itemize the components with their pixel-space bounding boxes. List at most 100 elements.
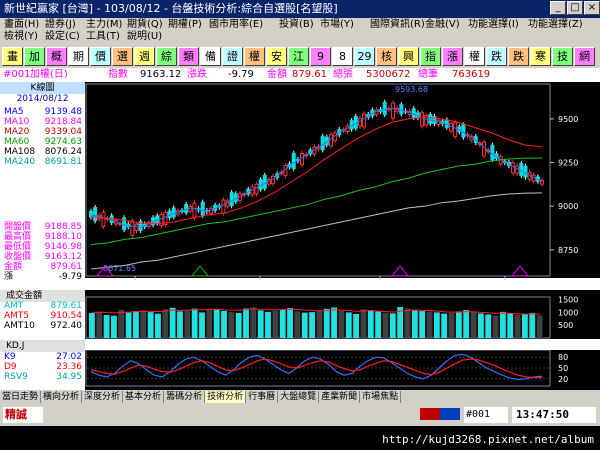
- toolbar-button-10[interactable]: 證: [222, 46, 243, 66]
- menu-item-futures[interactable]: 期貨(Q): [127, 19, 163, 31]
- volume-bar: [118, 309, 125, 338]
- price-series-ma5: [90, 107, 543, 228]
- volume-bar: [485, 314, 492, 338]
- candle-body: [511, 162, 516, 174]
- symbol-code[interactable]: #001: [3, 68, 30, 82]
- legend-name: MA20: [4, 127, 30, 137]
- toolbar-button-17[interactable]: 核: [376, 46, 397, 66]
- legend-row: 最低價 9146.98: [4, 242, 82, 252]
- tab-9[interactable]: 市場焦點: [360, 391, 402, 403]
- volume-bar: [206, 310, 213, 338]
- menu-item-intl-info[interactable]: 國際資訊(R): [370, 19, 425, 31]
- legend-value: 910.54: [50, 311, 83, 321]
- toolbar-button-24[interactable]: 寒: [530, 46, 551, 66]
- legend-value: 879.61: [50, 301, 83, 311]
- price-y-label: 9000: [558, 202, 578, 211]
- kd-panel-header[interactable]: KD,J: [0, 340, 85, 352]
- close-button[interactable]: ×: [584, 1, 600, 15]
- toolbar-button-2[interactable]: 概: [46, 46, 67, 66]
- price-series-ma20: [90, 116, 543, 225]
- maximize-button[interactable]: □: [567, 1, 583, 15]
- toolbar-button-21[interactable]: 權: [464, 46, 485, 66]
- candle-body: [134, 223, 139, 232]
- volume-value: 5300672: [366, 69, 411, 80]
- menu-item-market[interactable]: 市場(Y): [320, 19, 354, 31]
- toolbar-button-12[interactable]: 安: [266, 46, 287, 66]
- price-y-label: 9250: [558, 159, 578, 168]
- menu-item-main-force[interactable]: 主力(M): [86, 19, 122, 31]
- toolbar-button-20[interactable]: 漲: [442, 46, 463, 66]
- volume-y-label: 1500: [558, 296, 578, 305]
- toolbar-button-18[interactable]: 興: [398, 46, 419, 66]
- legend-value: 8076.24: [44, 147, 82, 157]
- candle-body: [428, 113, 433, 124]
- legend-row: RSV9 34.95: [4, 372, 82, 382]
- legend-value: 9339.04: [44, 127, 82, 137]
- tab-6[interactable]: 行事曆: [246, 391, 279, 403]
- kd-series-k9: [90, 353, 543, 381]
- candle-body: [391, 102, 396, 119]
- toolbar-button-25[interactable]: 技: [552, 46, 573, 66]
- volume-bar: [521, 314, 528, 338]
- symbol-name: 加權(日): [30, 69, 68, 80]
- toolbar-button-0[interactable]: 畫: [2, 46, 23, 66]
- toolbar-button-22[interactable]: 跌: [486, 46, 507, 66]
- toolbar-button-19[interactable]: 指: [420, 46, 441, 66]
- toolbar-button-23[interactable]: 跌: [508, 46, 529, 66]
- menu-item-function-1[interactable]: 功能選擇(I): [468, 19, 519, 31]
- status-symbol[interactable]: #001: [464, 407, 508, 423]
- toolbar-button-16[interactable]: 29: [354, 46, 375, 66]
- volume-bar: [309, 312, 315, 338]
- toolbar-button-26[interactable]: 網: [574, 46, 595, 66]
- volume-bar: [375, 311, 382, 338]
- toolbar-button-8[interactable]: 類: [178, 46, 199, 66]
- toolbar-button-13[interactable]: 江: [288, 46, 309, 66]
- menu-item-tools[interactable]: 工具(T): [86, 31, 120, 43]
- tab-4[interactable]: 籌碼分析: [164, 391, 206, 403]
- toolbar-button-15[interactable]: 8: [332, 46, 353, 66]
- price-x-label: 05: [130, 280, 140, 289]
- candle-body: [130, 220, 135, 236]
- tab-3[interactable]: 基本分析: [123, 391, 165, 403]
- legend-name: MA108: [4, 147, 36, 157]
- toolbar-button-14[interactable]: 9: [310, 46, 331, 66]
- tab-7[interactable]: 大盤總覽: [278, 391, 320, 403]
- toolbar-button-4[interactable]: 價: [90, 46, 111, 66]
- menu-item-securities[interactable]: 證券(J): [45, 19, 76, 31]
- toolbar-button-1[interactable]: 加: [24, 46, 45, 66]
- kline-panel-header[interactable]: K線圖: [0, 82, 85, 94]
- legend-value: 34.95: [56, 372, 82, 382]
- tab-8[interactable]: 產業新聞: [319, 391, 361, 403]
- menu-item-function-2[interactable]: 功能選擇(Z): [528, 19, 583, 31]
- volume-y-label: 1000: [558, 308, 578, 317]
- menu-item-settings[interactable]: 設定(C): [45, 31, 80, 43]
- menu-item-options[interactable]: 期權(P): [168, 19, 202, 31]
- minimize-button[interactable]: _: [550, 1, 566, 15]
- menu-item-invest[interactable]: 投資(B): [279, 19, 314, 31]
- toolbar-button-9[interactable]: 備: [200, 46, 221, 66]
- legend-name: MA240: [4, 157, 36, 167]
- toolbar-button-6[interactable]: 週: [134, 46, 155, 66]
- toolbar-button-7[interactable]: 綜: [156, 46, 177, 66]
- candle-body: [93, 207, 98, 222]
- technical-chart[interactable]: 9500 9250 9000 8750 05 06 07 08 9593.68 8671.65 15…: [85, 82, 600, 392]
- toolbar-button-11[interactable]: 權: [244, 46, 265, 66]
- tab-1[interactable]: 橫向分析: [41, 391, 83, 403]
- toolbar-button-5[interactable]: 選: [112, 46, 133, 66]
- legend-name: D9: [4, 362, 17, 372]
- volume-bar: [301, 312, 308, 338]
- tab-5[interactable]: 技術分析: [205, 391, 247, 403]
- tab-0[interactable]: 當日走勢: [0, 391, 42, 403]
- candle-body: [482, 141, 487, 157]
- menu-item-help[interactable]: 說明(U): [127, 31, 162, 43]
- tab-2[interactable]: 深度分析: [82, 391, 124, 403]
- menu-item-rates[interactable]: 國市用率(E): [209, 19, 263, 31]
- legend-row: 金額 879.61: [4, 262, 82, 272]
- menu-item-view[interactable]: 檢視(Y): [4, 31, 38, 43]
- amount-value: 879.61: [292, 69, 327, 80]
- toolbar-button-3[interactable]: 期: [68, 46, 89, 66]
- chart-area[interactable]: 9500 9250 9000 8750 05 06 07 08 9593.68 8671.65 15…: [85, 82, 600, 392]
- menu-item-finance[interactable]: 金融(V): [425, 19, 460, 31]
- menu-item-screen[interactable]: 畫面(H): [4, 19, 39, 31]
- legend-value: 8691.81: [44, 157, 82, 167]
